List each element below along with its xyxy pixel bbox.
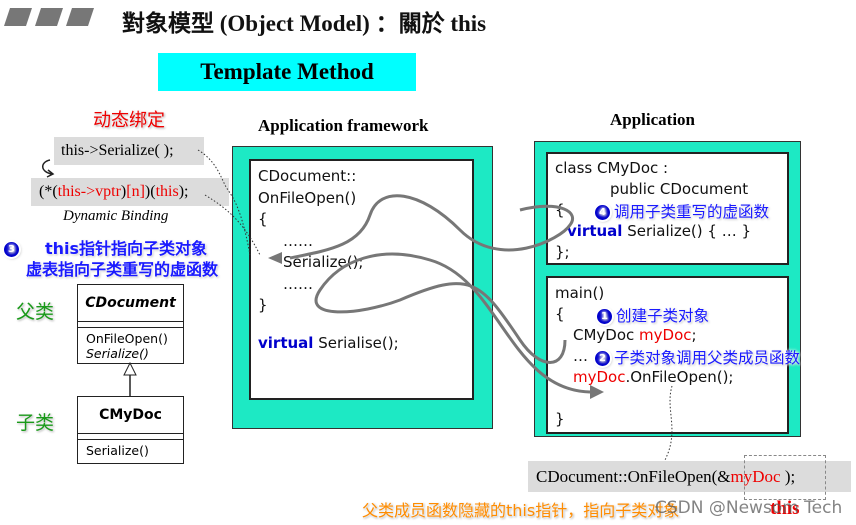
- arrowhead-icon-2: [268, 252, 282, 264]
- flow-arrows: [197, 149, 673, 461]
- arrowhead-icon: [590, 385, 604, 399]
- serialize-flow-arrow: [289, 194, 574, 260]
- dotted-connector-2: [204, 194, 261, 256]
- dotted-connector-3: [664, 385, 673, 461]
- dotted-connector: [197, 149, 251, 256]
- call-flow-arrow: [314, 252, 591, 394]
